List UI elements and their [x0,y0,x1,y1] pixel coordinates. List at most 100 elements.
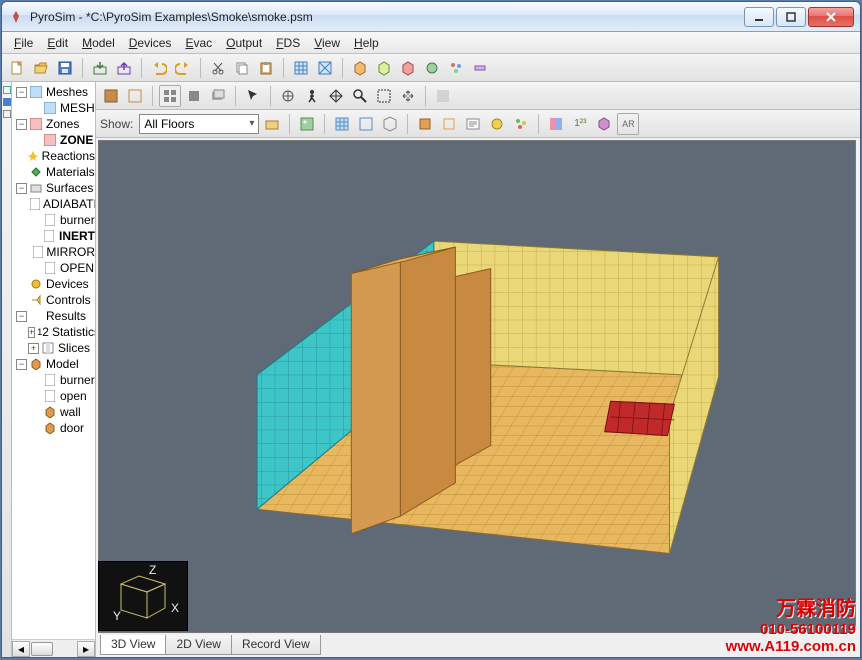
zoom-tool[interactable] [349,85,371,107]
redo-button[interactable] [172,57,194,79]
tree-meshes[interactable]: −Meshes [14,84,95,100]
tab-2d-view[interactable]: 2D View [165,635,231,655]
scroll-left-button[interactable]: ◂ [12,641,30,657]
show-obst-outline-button[interactable] [438,113,460,135]
close-button[interactable] [808,7,854,27]
view-toolbar [96,82,860,110]
show-iso-button[interactable] [593,113,615,135]
nav-tree[interactable]: −Meshes MESH −Zones ZONE Reactions Mater… [12,82,95,639]
show-mesh-outline-button[interactable] [355,113,377,135]
layers-button[interactable] [207,85,229,107]
maximize-button[interactable] [776,7,806,27]
show-labels-button[interactable] [462,113,484,135]
hole-tool[interactable] [373,57,395,79]
svg-text:Y: Y [113,609,121,623]
particle-tool[interactable] [445,57,467,79]
group-button[interactable] [159,85,181,107]
view-solid-button[interactable] [100,85,122,107]
tree-model[interactable]: −Model [14,356,95,372]
title-bar[interactable]: PyroSim - *C:\PyroSim Examples\Smoke\smo… [2,2,860,32]
menu-devices[interactable]: Devices [123,34,178,52]
tree-surf-item[interactable]: INERT [14,228,95,244]
tree-mesh-item[interactable]: MESH [14,100,95,116]
copy-button[interactable] [231,57,253,79]
menu-help[interactable]: Help [348,34,385,52]
cut-button[interactable] [207,57,229,79]
save-button[interactable] [54,57,76,79]
tree-slices[interactable]: +Slices [14,340,95,356]
slices-icon [41,341,55,355]
tree-surf-item[interactable]: OPEN [14,260,95,276]
tree-surf-item[interactable]: burner [14,212,95,228]
menu-output[interactable]: Output [220,34,268,52]
strip-icon[interactable] [3,86,11,94]
viewport-3d[interactable] [98,140,856,633]
reactions-icon [27,149,39,163]
tree-controls[interactable]: Controls [14,292,95,308]
tree-devices[interactable]: Devices [14,276,95,292]
walk-tool[interactable] [301,85,323,107]
tree-hscroll[interactable]: ◂ ▸ [12,639,95,657]
scroll-right-button[interactable]: ▸ [77,641,95,657]
menu-fds[interactable]: FDS [270,34,306,52]
show-mesh-button[interactable] [331,113,353,135]
menu-view[interactable]: View [308,34,346,52]
menu-model[interactable]: Model [76,34,121,52]
tab-3d-view[interactable]: 3D View [100,635,166,655]
orientation-cube[interactable]: X Y Z [98,561,188,631]
nav-tree-panel: −Meshes MESH −Zones ZONE Reactions Mater… [12,82,96,657]
floor-edit-button[interactable] [261,113,283,135]
tree-surf-item[interactable]: MIRROR [14,244,95,260]
import-button[interactable] [89,57,111,79]
pan-tool[interactable] [325,85,347,107]
orbit-tool[interactable] [277,85,299,107]
tree-results[interactable]: −Results [14,308,95,324]
show-devices-button[interactable] [486,113,508,135]
open-button[interactable] [30,57,52,79]
paste-button[interactable] [255,57,277,79]
ar-button[interactable]: AR [617,113,639,135]
menu-file[interactable]: File [8,34,39,52]
tree-model-item[interactable]: open [14,388,95,404]
new-button[interactable] [6,57,28,79]
tree-statistics[interactable]: +12Statistics [14,324,95,340]
menu-evac[interactable]: Evac [179,34,218,52]
strip-icon[interactable] [3,110,11,118]
tree-surf-item[interactable]: ADIABATIC [14,196,95,212]
undo-button[interactable] [148,57,170,79]
floor-combo[interactable]: All Floors [139,114,259,134]
show-slices-button[interactable] [545,113,567,135]
select-tool[interactable] [242,85,264,107]
tree-model-item[interactable]: burner [14,372,95,388]
tree-zones[interactable]: −Zones [14,116,95,132]
tree-materials[interactable]: Materials [14,164,95,180]
hvac-tool[interactable] [469,57,491,79]
view-wire-button[interactable] [124,85,146,107]
minimize-button[interactable] [744,7,774,27]
tree-zone-item[interactable]: ZONE [14,132,95,148]
tree-reactions[interactable]: Reactions [14,148,95,164]
device-tool[interactable] [421,57,443,79]
single-button[interactable] [183,85,205,107]
show-obst-button[interactable] [414,113,436,135]
zoom-box-tool[interactable] [373,85,395,107]
scroll-thumb[interactable] [31,642,53,656]
bg-image-button[interactable] [296,113,318,135]
fit-tool[interactable] [397,85,419,107]
grid-tool[interactable] [432,85,454,107]
mesh-icon [43,101,57,115]
mesh-tool2[interactable] [314,57,336,79]
show-boundary-button[interactable] [379,113,401,135]
tab-record-view[interactable]: Record View [231,635,321,655]
export-button[interactable] [113,57,135,79]
mesh-tool[interactable] [290,57,312,79]
show-particles-button[interactable] [510,113,532,135]
box-tool[interactable] [349,57,371,79]
vent-tool[interactable] [397,57,419,79]
strip-icon[interactable] [3,98,11,106]
tree-model-item[interactable]: wall [14,404,95,420]
tree-surfaces[interactable]: −Surfaces [14,180,95,196]
menu-edit[interactable]: Edit [41,34,74,52]
tree-model-item[interactable]: door [14,420,95,436]
show-stats-button[interactable]: 1²³ [569,113,591,135]
